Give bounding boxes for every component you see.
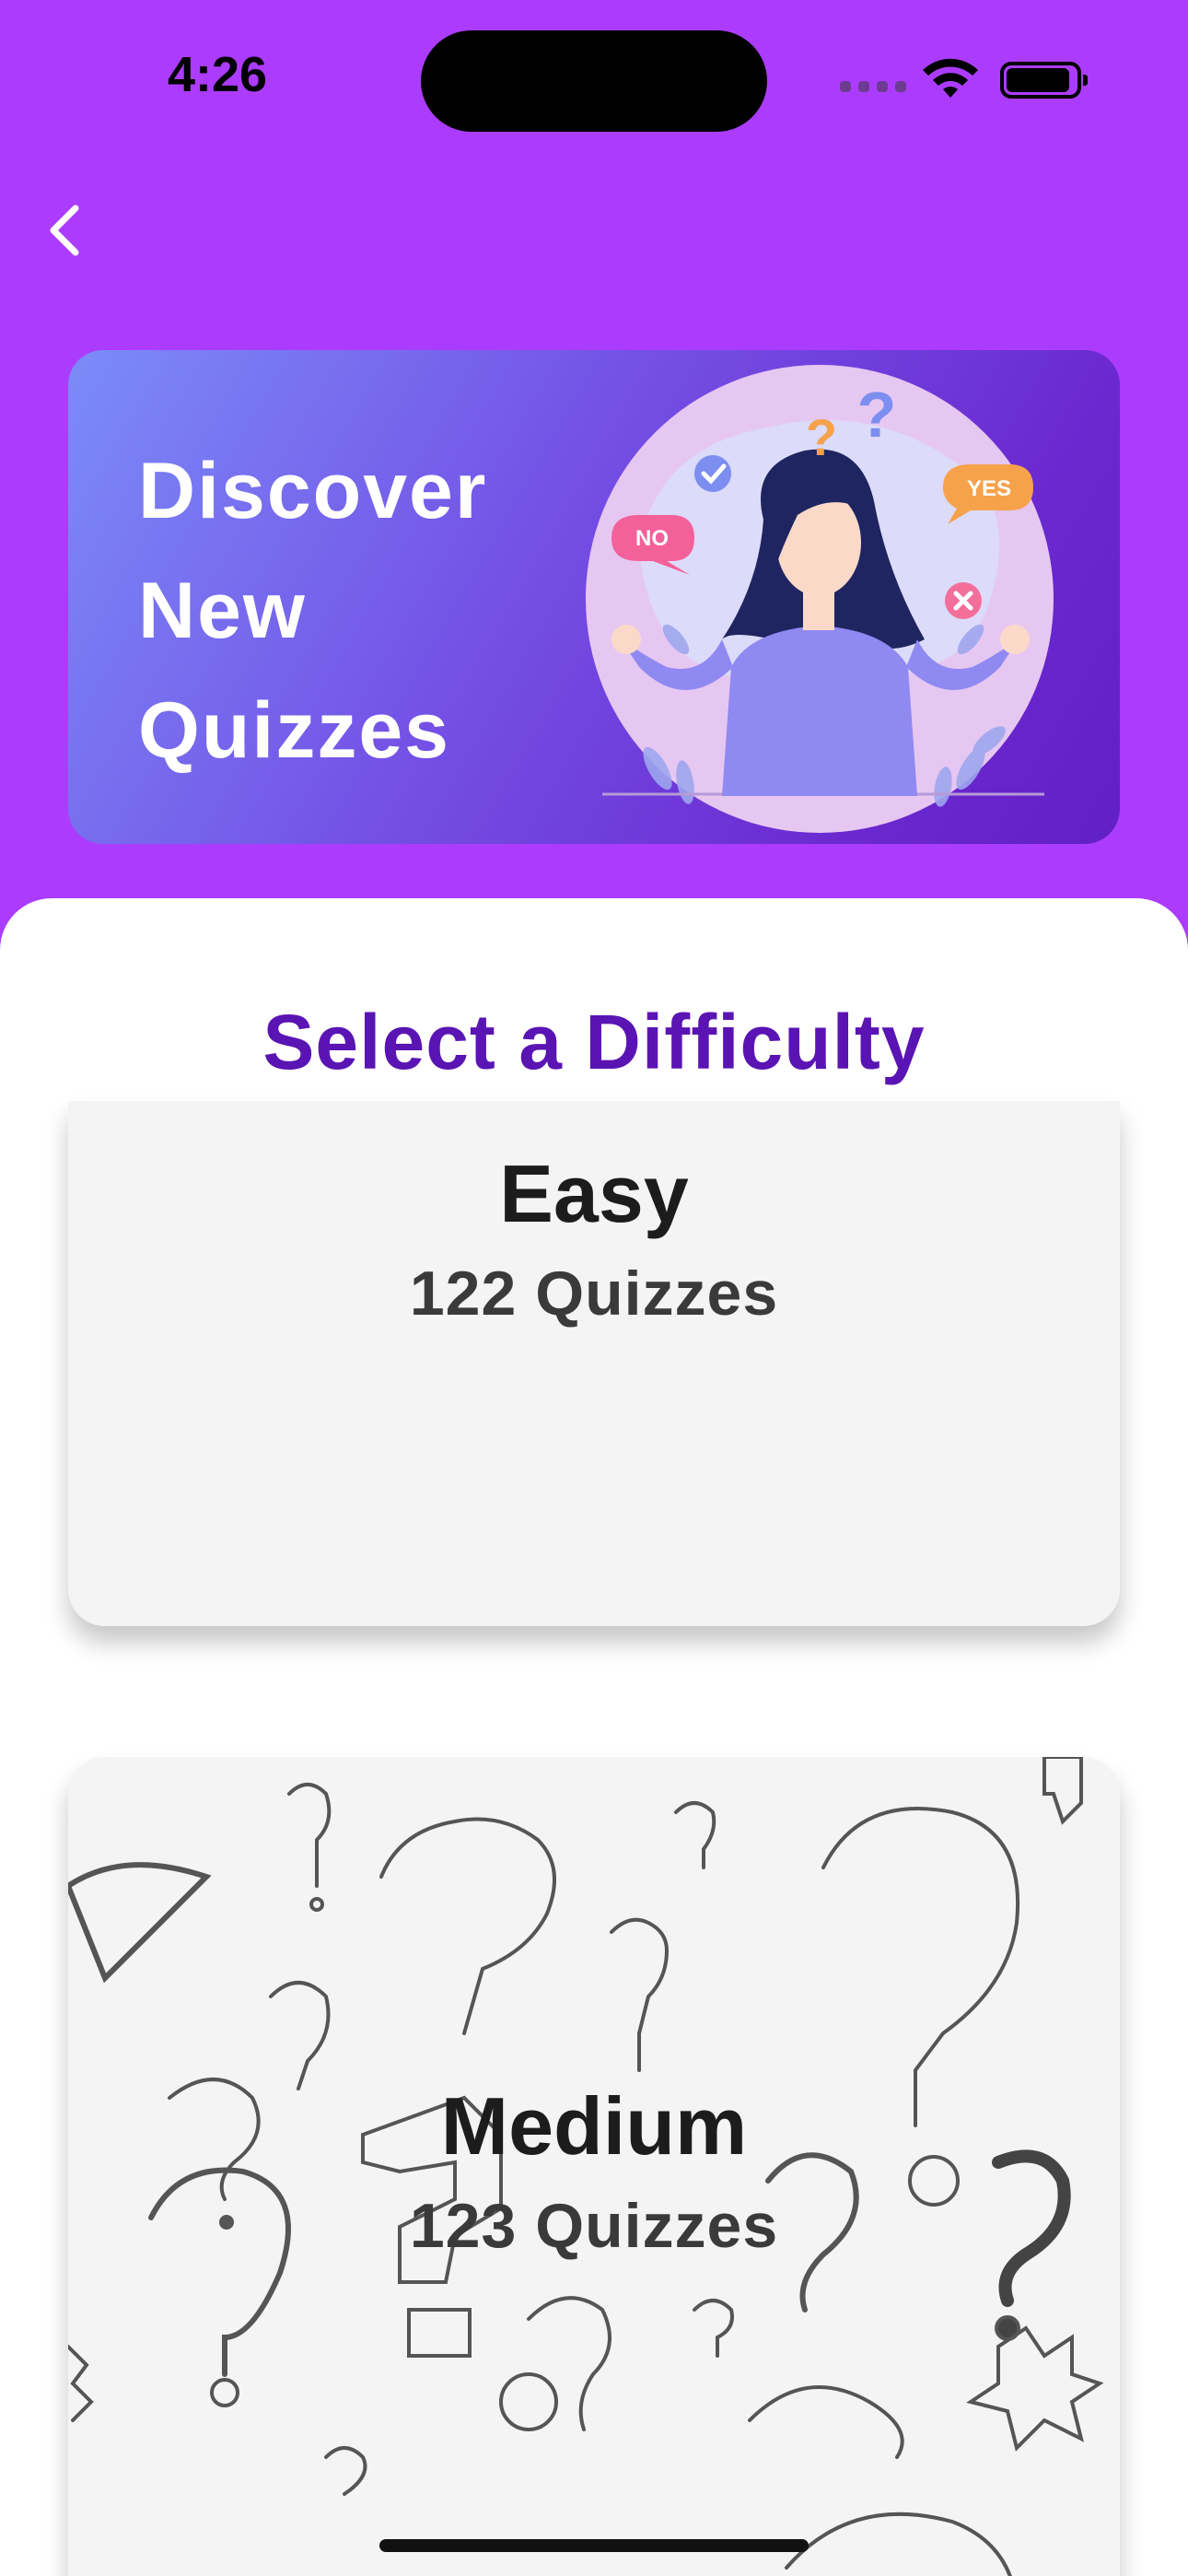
difficulty-name: Easy [499, 1148, 689, 1239]
banner-title-line: Discover [138, 447, 488, 535]
status-time: 4:26 [168, 47, 268, 102]
discover-banner[interactable]: Discover New Quizzes NO YES ? ? [68, 350, 1120, 844]
home-indicator[interactable] [379, 2539, 809, 2552]
status-bar: 4:26 [0, 0, 1188, 157]
section-title: Select a Difficulty [262, 999, 926, 1085]
question-mark-blue: ? [857, 379, 897, 451]
bubble-yes: YES [967, 476, 1011, 501]
difficulty-panel: Select a Difficulty Easy 122 Quizzes Med… [0, 898, 1188, 2576]
wifi-icon [923, 58, 978, 98]
banner-title-line: New [138, 567, 307, 655]
banner-title: Discover New Quizzes [138, 431, 562, 790]
question-mark-orange: ? [806, 408, 837, 466]
difficulty-card-medium[interactable]: Medium 123 Quizzes [68, 1757, 1120, 2576]
back-button[interactable] [37, 193, 92, 267]
chevron-left-icon [50, 205, 79, 256]
difficulty-name: Medium [440, 2080, 748, 2172]
battery-icon [1000, 62, 1088, 99]
quiz-count: 122 Quizzes [409, 1259, 779, 1329]
difficulty-card-easy[interactable]: Easy 122 Quizzes [68, 1101, 1120, 1626]
cellular-icon [840, 81, 906, 96]
quiz-count: 123 Quizzes [409, 2191, 779, 2261]
dynamic-island [421, 30, 767, 132]
bubble-no: NO [635, 526, 669, 551]
banner-title-line: Quizzes [138, 686, 450, 775]
quiz-girl-illustration: NO YES ? ? [586, 365, 1054, 833]
